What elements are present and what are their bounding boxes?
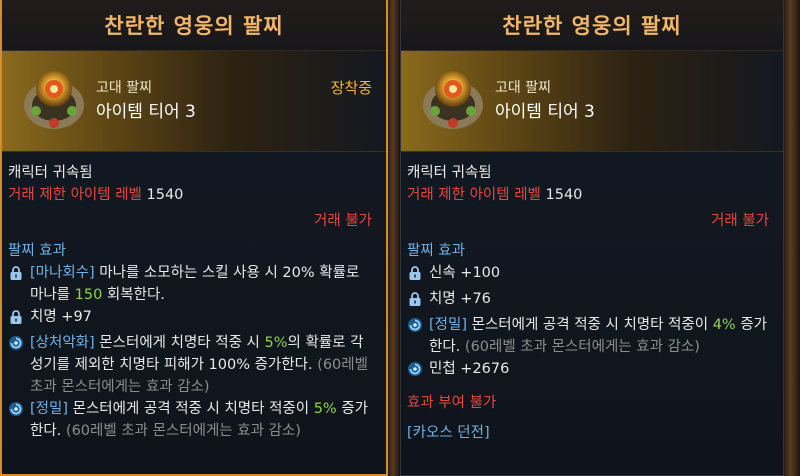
- effect-text: [정밀] 몬스터에게 공격 적중 시 치명타 적중이 5% 증가한다. (60레…: [30, 398, 372, 442]
- effect-list: 신속 +100 치명 +76 [정밀] 몬스터에게 공격 적중 시 치명타 적중이 …: [407, 262, 769, 384]
- trade-limit-label: 거래 제한 아이템 레벨: [407, 187, 541, 203]
- effect-text: 신속 +100: [429, 262, 500, 284]
- effect-text-run: 150: [74, 287, 103, 303]
- swirl-icon: [8, 335, 24, 358]
- background-game-scene: [388, 0, 400, 476]
- trade-limit-line: 거래 제한 아이템 레벨 1540: [407, 184, 769, 206]
- trade-limit-line: 거래 제한 아이템 레벨 1540: [8, 184, 372, 206]
- effect-item: [정밀] 몬스터에게 공격 적중 시 치명타 적중이 5% 증가한다. (60레…: [8, 398, 372, 442]
- swirl-icon: [8, 401, 24, 424]
- trade-limit-value: 1540: [146, 187, 184, 203]
- bracelet-icon: [423, 71, 483, 129]
- effect-text-run: [정밀]: [429, 317, 467, 333]
- section-title-bracelet-effects: 팔찌 효과: [407, 243, 465, 259]
- tooltip-title-bar: 찬란한 영웅의 팔찌: [401, 0, 783, 51]
- effect-text-run: 몬스터에게 치명타 적중 시: [94, 335, 265, 351]
- chaos-dungeon-label: [카오스 던전]: [407, 425, 490, 441]
- trade-limit-label: 거래 제한 아이템 레벨: [8, 187, 142, 203]
- background-game-scene-right: [784, 0, 800, 476]
- effect-text: [상처악화] 몬스터에게 치명타 적중 시 5%의 확률로 각성기를 제외한 치…: [30, 332, 372, 398]
- effect-text: 민첩 +2676: [429, 358, 509, 380]
- tooltip-body: 캐릭터 귀속됨 거래 제한 아이템 레벨 1540 거래 불가 팔찌 효과 신속…: [401, 152, 783, 444]
- effect-text-run: 치명 +97: [30, 309, 92, 325]
- item-tooltip-equipped: 찬란한 영웅의 팔찌 고대 팔찌 아이템 티어 3 장착중 캐릭터 귀속됨 거래…: [0, 0, 388, 476]
- tooltip-body: 캐릭터 귀속됨 거래 제한 아이템 레벨 1540 거래 불가 팔찌 효과 [마…: [2, 152, 386, 442]
- effect-text: 치명 +97: [30, 306, 92, 328]
- lock-icon: [8, 265, 24, 288]
- effect-text-run: 회복한다.: [102, 287, 165, 303]
- item-tier: 아이템 티어 3: [495, 102, 595, 122]
- effect-text: [마나회수] 마나를 소모하는 스킬 사용 시 20% 확률로 마나를 150 …: [30, 262, 372, 306]
- item-title: 찬란한 영웅의 팔찌: [104, 14, 284, 38]
- lock-icon: [407, 291, 423, 314]
- effect-list: [마나회수] 마나를 소모하는 스킬 사용 시 20% 확률로 마나를 150 …: [8, 262, 372, 442]
- item-grade: 고대 팔찌: [96, 80, 152, 96]
- effect-text-run: [마나회수]: [30, 265, 95, 281]
- item-header: 고대 팔찌 아이템 티어 3: [401, 51, 783, 152]
- tradable-status: 거래 불가: [314, 213, 372, 229]
- effect-text-run: 4%: [712, 317, 736, 333]
- effect-text-run: 몬스터에게 공격 적중 시 치명타 적중이: [467, 317, 713, 333]
- tradable-status: 거래 불가: [711, 213, 769, 229]
- effect-item: 신속 +100: [407, 262, 769, 288]
- effect-text-run: (60레벨 초과 몬스터에게는 효과 감소): [65, 423, 301, 439]
- effect-text-run: 민첩 +2676: [429, 361, 510, 377]
- effect-item: [정밀] 몬스터에게 공격 적중 시 치명타 적중이 4% 증가한다. (60레…: [407, 314, 769, 358]
- swirl-icon: [407, 361, 423, 384]
- effect-item: [상처악화] 몬스터에게 치명타 적중 시 5%의 확률로 각성기를 제외한 치…: [8, 332, 372, 398]
- effect-text-run: (60레벨 초과 몬스터에게는 효과 감소): [464, 339, 700, 355]
- section-title-bracelet-effects: 팔찌 효과: [8, 243, 66, 259]
- tooltip-title-bar: 찬란한 영웅의 팔찌: [2, 0, 386, 51]
- effect-text-run: 몬스터에게 공격 적중 시 치명타 적중이: [68, 401, 314, 417]
- effect-text: [정밀] 몬스터에게 공격 적중 시 치명타 적중이 4% 증가한다. (60레…: [429, 314, 769, 358]
- trade-limit-value: 1540: [545, 187, 583, 203]
- effect-item: 치명 +97: [8, 306, 372, 332]
- effect-text: 치명 +76: [429, 288, 491, 310]
- effect-text-run: 신속 +100: [429, 265, 501, 281]
- effect-item: 민첩 +2676: [407, 358, 769, 384]
- swirl-icon: [407, 317, 423, 340]
- item-tier: 아이템 티어 3: [96, 102, 196, 122]
- bound-status: 캐릭터 귀속됨: [407, 165, 492, 181]
- enchant-status: 효과 부여 불가: [407, 395, 497, 411]
- bound-status: 캐릭터 귀속됨: [8, 165, 93, 181]
- effect-text-run: 5%: [264, 335, 288, 351]
- effect-text-run: [상처악화]: [30, 335, 95, 351]
- effect-text-run: [정밀]: [30, 401, 68, 417]
- effect-text-run: 치명 +76: [429, 291, 491, 307]
- lock-icon: [8, 309, 24, 332]
- item-tooltip-compare: 찬란한 영웅의 팔찌 고대 팔찌 아이템 티어 3 캐릭터 귀속됨 거래 제한 …: [400, 0, 784, 476]
- item-header: 고대 팔찌 아이템 티어 3 장착중: [2, 51, 386, 152]
- item-title: 찬란한 영웅의 팔찌: [502, 14, 682, 38]
- effect-text-run: 5%: [313, 401, 337, 417]
- bracelet-icon: [24, 71, 84, 129]
- effect-item: 치명 +76: [407, 288, 769, 314]
- effect-item: [마나회수] 마나를 소모하는 스킬 사용 시 20% 확률로 마나를 150 …: [8, 262, 372, 306]
- item-grade: 고대 팔찌: [495, 80, 551, 96]
- lock-icon: [407, 265, 423, 288]
- equipped-badge: 장착중: [330, 79, 372, 97]
